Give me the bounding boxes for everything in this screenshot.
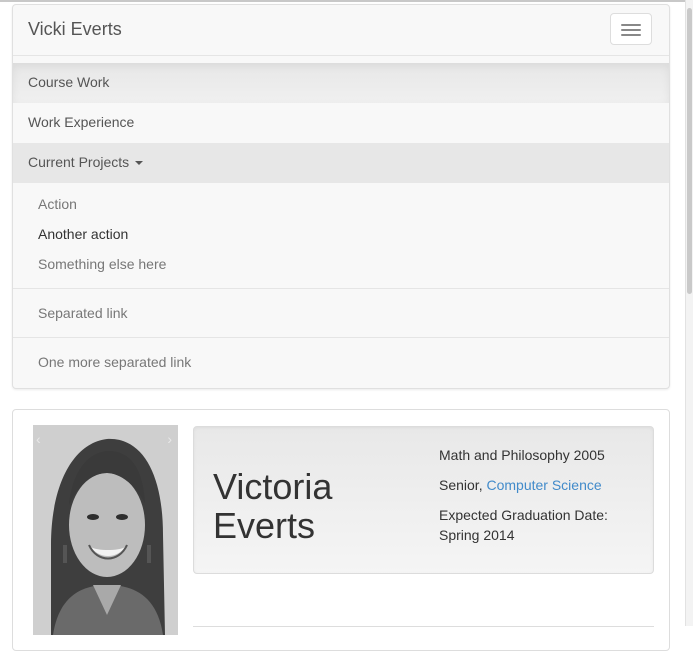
nav-item-work-experience[interactable]: Work Experience — [13, 103, 669, 143]
profile-degree: Math and Philosophy 2005 — [439, 447, 605, 463]
scrollbar-thumb[interactable] — [687, 8, 692, 294]
profile-class: Senior, — [439, 477, 487, 493]
dropdown-item-something-else[interactable]: Something else here — [38, 256, 166, 272]
nav-item-current-projects[interactable]: Current Projects — [13, 143, 669, 183]
navbar-toggle-button[interactable] — [610, 13, 652, 45]
dropdown-item-more-separated-link[interactable]: One more separated link — [38, 354, 191, 370]
profile-class-line: Senior, Computer Science — [439, 475, 602, 495]
hamburger-icon-bar — [621, 29, 641, 31]
profile-first-name: Victoria — [213, 466, 333, 507]
profile-photo — [33, 425, 178, 635]
computer-science-link[interactable]: Computer Science — [486, 477, 601, 493]
hamburger-icon — [621, 24, 641, 26]
dropdown-item-action[interactable]: Action — [38, 196, 77, 212]
profile-graduation: Expected Graduation Date: Spring 2014 — [439, 505, 639, 545]
profile-name: Victoria Everts — [213, 467, 413, 545]
dropdown-divider — [13, 288, 669, 289]
hamburger-icon-bar — [621, 34, 641, 36]
navbar: Vicki Everts Course Work Work Experience… — [12, 4, 670, 389]
profile-panel: ‹ › Victoria Everts Math and Philosophy … — [12, 409, 670, 651]
nav-item-dropdown-toggle: Current Projects — [28, 154, 144, 170]
carousel-next-icon[interactable]: › — [167, 431, 172, 447]
nav-item-label: Work Experience — [28, 114, 135, 130]
nav-item-label: Course Work — [28, 74, 110, 90]
caret-down-icon — [135, 161, 144, 166]
profile-last-name: Everts — [213, 505, 316, 546]
graduation-value: Spring 2014 — [439, 527, 515, 543]
window-top-border — [0, 0, 686, 2]
profile-photo-carousel: ‹ › — [33, 425, 178, 635]
dropdown-item-separated-link[interactable]: Separated link — [38, 305, 128, 321]
graduation-label: Expected Graduation Date: — [439, 507, 608, 523]
panel-divider — [193, 626, 654, 627]
dropdown-divider — [13, 337, 669, 338]
carousel-prev-icon[interactable]: ‹ — [36, 431, 41, 447]
navbar-brand[interactable]: Vicki Everts — [28, 19, 122, 40]
nav-item-label: Current Projects — [28, 154, 130, 170]
profile-summary-well: Victoria Everts Math and Philosophy 2005… — [193, 426, 654, 574]
dropdown-item-another-action[interactable]: Another action — [38, 226, 128, 242]
navbar-header: Vicki Everts — [13, 5, 669, 56]
nav-item-course-work[interactable]: Course Work — [13, 63, 669, 103]
page-scrollbar[interactable] — [685, 0, 693, 626]
